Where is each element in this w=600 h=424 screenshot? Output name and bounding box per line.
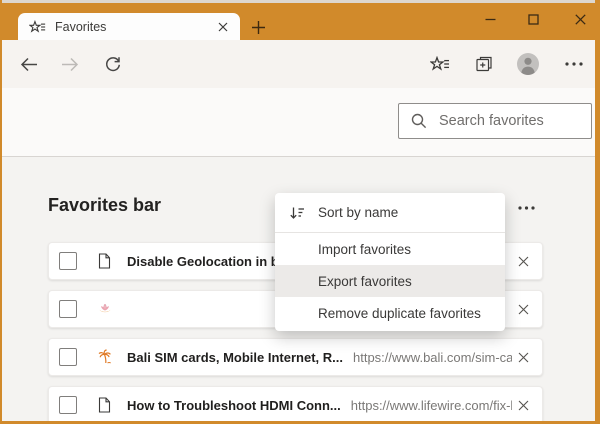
menu-item-label: Sort by name [318, 205, 398, 220]
maximize-icon[interactable] [518, 8, 548, 30]
favorites-context-menu: Sort by name Import favorites Export fav… [275, 193, 505, 331]
favorite-row[interactable]: Bali SIM cards, Mobile Internet, R... ht… [48, 338, 543, 376]
back-icon[interactable] [17, 52, 41, 76]
lotus-icon [97, 301, 113, 317]
sort-icon [289, 205, 305, 221]
menu-item-label: Export favorites [318, 274, 412, 289]
titlebar: Favorites [0, 0, 600, 40]
settings-more-icon[interactable] [561, 52, 587, 76]
page-icon [97, 253, 113, 269]
menu-item-import-favorites[interactable]: Import favorites [275, 233, 505, 265]
favorite-row[interactable]: How to Troubleshoot HDMI Conn... https:/… [48, 386, 543, 424]
remove-favorite-icon[interactable] [512, 250, 534, 272]
remove-favorite-icon[interactable] [512, 394, 534, 416]
tab-title: Favorites [55, 20, 214, 34]
minimize-icon[interactable] [475, 8, 505, 30]
window-border [0, 0, 2, 424]
browser-tab[interactable]: Favorites [18, 13, 240, 40]
search-icon [411, 113, 427, 129]
menu-item-export-favorites[interactable]: Export favorites [275, 265, 505, 297]
menu-item-label: Import favorites [318, 242, 411, 257]
profile-avatar[interactable] [515, 51, 541, 77]
favorite-url: https://www.lifewire.com/fix-hd... [351, 398, 512, 413]
favorite-checkbox[interactable] [59, 396, 77, 414]
search-input[interactable] [437, 112, 600, 130]
remove-favorite-icon[interactable] [512, 298, 534, 320]
forward-icon[interactable] [57, 52, 81, 76]
refresh-icon[interactable] [101, 52, 125, 76]
window-border [595, 0, 600, 424]
menu-item-remove-duplicate-favorites[interactable]: Remove duplicate favorites [275, 297, 505, 329]
collections-icon[interactable] [472, 52, 496, 76]
favorite-checkbox[interactable] [59, 300, 77, 318]
favorite-title: How to Troubleshoot HDMI Conn... [127, 398, 341, 413]
palm-tree-icon [97, 349, 113, 365]
close-window-icon[interactable] [565, 8, 595, 30]
favorite-title: Bali SIM cards, Mobile Internet, R... [127, 350, 343, 365]
menu-item-sort-by-name[interactable]: Sort by name [275, 193, 505, 232]
remove-favorite-icon[interactable] [512, 346, 534, 368]
navigation-toolbar: Edge | edge://favorites... [0, 40, 600, 88]
favorites-bar-more-icon[interactable] [510, 197, 542, 219]
new-tab-icon[interactable] [248, 17, 268, 37]
favorite-checkbox[interactable] [59, 252, 77, 270]
browser-window: Favorites [0, 0, 600, 424]
favorite-checkbox[interactable] [59, 348, 77, 366]
favorite-url: https://www.bali.com/sim-cards-... [353, 350, 512, 365]
favorites-search-box[interactable] [398, 103, 592, 139]
page-icon [97, 397, 113, 413]
tab-close-icon[interactable] [214, 18, 232, 36]
favorites-page-header: Favorites [0, 88, 600, 157]
window-top-edge [0, 0, 600, 3]
favorites-hub-icon[interactable] [428, 52, 452, 76]
section-title: Favorites bar [48, 195, 161, 216]
favorites-star-icon [29, 20, 46, 34]
menu-item-label: Remove duplicate favorites [318, 306, 481, 321]
